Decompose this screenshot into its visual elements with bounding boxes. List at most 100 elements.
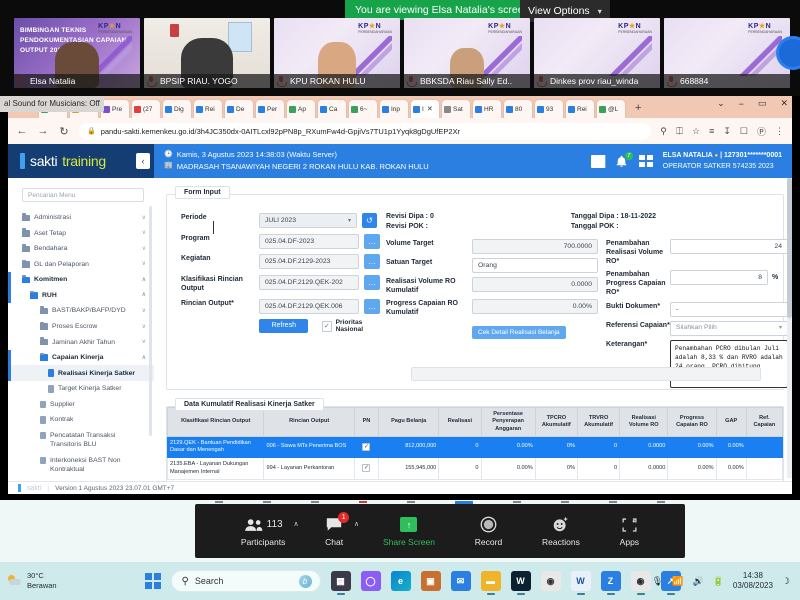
edge-icon[interactable]: e xyxy=(391,571,411,591)
participant-tile[interactable]: BPSIP RIAU. YOGO xyxy=(144,18,270,88)
program-input[interactable]: 025.04.DF-2023 xyxy=(259,234,359,249)
penambahan-realisasi-volume-ro-input[interactable]: 24 xyxy=(670,239,788,254)
sidebar-item-pencatatan-transaksi-transitoris-blu[interactable]: Pencatatan Transaksi Transitoris BLU xyxy=(8,428,154,453)
col-ref-capaian[interactable]: Ref. Capaian xyxy=(746,408,782,437)
sidebar-item-kontrak[interactable]: Kontrak xyxy=(8,412,154,428)
reload-icon[interactable]: ↻ xyxy=(58,125,70,138)
col-rincian-output[interactable]: Rincian Output xyxy=(264,408,354,437)
reactions-button[interactable]: Reactions xyxy=(542,516,580,547)
file-explorer-icon[interactable]: ▬ xyxy=(481,571,501,591)
start-button[interactable] xyxy=(145,573,161,589)
refresh-periode-button[interactable]: ↺ xyxy=(362,213,377,228)
sidebar-item-bendahara[interactable]: Bendahara∨ xyxy=(8,241,154,257)
empty-field-row[interactable] xyxy=(411,367,761,381)
checkbox-icon[interactable]: ✓ xyxy=(322,321,331,332)
taskbar-clock[interactable]: 14:38 03/08/2023 xyxy=(733,571,773,591)
wifi-icon[interactable]: 📶 xyxy=(672,576,683,587)
col-persentase-penyerapan-anggaran[interactable]: Persentase Penyerapan Anggaran xyxy=(481,408,535,437)
new-tab-button[interactable]: + xyxy=(631,99,645,118)
bing-chat-icon[interactable]: b xyxy=(299,575,312,588)
browser-tab[interactable]: HR xyxy=(472,99,502,118)
browser-tab[interactable]: 80 xyxy=(503,99,533,118)
browser-tab-active[interactable]: I✕ xyxy=(410,99,440,118)
star-icon[interactable]: ☆ xyxy=(692,126,700,137)
microphone-icon[interactable]: 🎙 xyxy=(652,576,663,587)
teams-icon[interactable]: ▦ xyxy=(331,571,351,591)
zoom-workplace-icon[interactable]: ◯ xyxy=(361,571,381,591)
forward-icon[interactable]: → xyxy=(37,125,49,137)
periode-select[interactable]: JULI 2023▾ xyxy=(259,213,357,228)
referensi-capaian-select[interactable]: Silahkan Pilih▾ xyxy=(670,321,788,336)
taskbar-search[interactable]: ⚲ Search b xyxy=(171,570,321,592)
col-progress-capaian-ro[interactable]: Progress Capaian RO xyxy=(668,408,716,437)
participant-tile[interactable]: KP★NPERBENDAHARAAN BIMBINGAN TEKNIS PEND… xyxy=(14,18,140,88)
participant-tile[interactable]: KP★NPERBENDAHARAAN KPU ROKAN HULU xyxy=(274,18,400,88)
browser-tab[interactable]: Rei xyxy=(565,99,595,118)
sidebar-scrollbar[interactable] xyxy=(149,206,152,436)
menu-search-input[interactable]: Pencarian Menu xyxy=(22,188,144,202)
col-klasifikasi-rincian-output[interactable]: Klasifikasi Rincian Output xyxy=(168,408,264,437)
weather-widget[interactable]: 30°C Berawan xyxy=(8,571,57,591)
col-tpcro-akumulatif[interactable]: TPCRO Akumulatif xyxy=(535,408,577,437)
col-pn[interactable]: PN xyxy=(354,408,378,437)
sidebar-collapse-button[interactable]: ‹ xyxy=(136,153,150,169)
kegiatan-lookup-button[interactable]: … xyxy=(364,254,380,269)
mail-icon[interactable]: ✉ xyxy=(451,571,471,591)
rincian-output-input[interactable]: 025.04.DF.2129.QEK.006 xyxy=(259,299,359,314)
close-icon[interactable]: ✕ xyxy=(427,105,433,113)
record-button[interactable]: Record xyxy=(475,516,502,547)
key-icon[interactable]: ⚲ xyxy=(660,126,667,137)
close-window-icon[interactable]: ✕ xyxy=(780,98,788,109)
col-gap[interactable]: GAP xyxy=(716,408,746,437)
user-info[interactable]: ELSA NATALIA ● | 127301*******0001 OPERA… xyxy=(663,150,782,173)
browser-tab[interactable]: 93 xyxy=(534,99,564,118)
browser-tab[interactable]: Sat xyxy=(441,99,471,118)
sidebar-item-target-kinerja-satker[interactable]: Target Kinerja Satker xyxy=(8,381,154,397)
participant-tile[interactable]: KP★NPERBENDAHARAAN 668884 xyxy=(664,18,790,88)
sidebar-item-administrasi[interactable]: Administrasi∨ xyxy=(8,210,154,226)
bukti-dokumen-input[interactable]: - xyxy=(670,302,788,317)
cek-detail-realisasi-belanja-button[interactable]: Cek Detail Realisasi Belanja xyxy=(472,326,566,339)
browser-tab[interactable]: Inp xyxy=(379,99,409,118)
sidebar-item-ruh[interactable]: RUH∧ xyxy=(8,288,154,304)
notification-bell-icon[interactable]: 7 xyxy=(615,155,630,168)
browser-tab[interactable]: De xyxy=(224,99,254,118)
app-scrollbar[interactable] xyxy=(787,178,792,478)
participant-tile[interactable]: KP★NPERBENDAHARAAN BBKSDA Riau Sally Ed.… xyxy=(404,18,530,88)
battery-icon[interactable]: 🔋 xyxy=(713,576,724,587)
volume-icon[interactable]: 🔊 xyxy=(692,576,703,587)
chevron-up-icon[interactable]: ∧ xyxy=(293,520,298,528)
col-realisasi-volume-ro[interactable]: Realisasi Volume RO xyxy=(620,408,668,437)
program-lookup-button[interactable]: … xyxy=(364,234,380,249)
browser-tab[interactable]: 6~ xyxy=(348,99,378,118)
sidebar-item-gl-dan-pelaporan[interactable]: GL dan Pelaporan∨ xyxy=(8,257,154,273)
list-icon[interactable]: ≡ xyxy=(709,126,714,136)
app-grid-icon[interactable] xyxy=(639,155,654,168)
col-realisasi[interactable]: Realisasi xyxy=(439,408,481,437)
table-row[interactable]: 2129.QEK - Bantuan Pendidikan Dasar dan … xyxy=(168,436,783,458)
rincian-output-lookup-button[interactable]: … xyxy=(364,299,380,314)
penambahan-progress-capaian-ro-input[interactable]: 8 xyxy=(670,270,768,285)
sidebar-item-interkoneksi-bast-non-kontraktual[interactable]: Interkoneksi BAST Non Kontraktual xyxy=(8,452,154,477)
klasifikasi-rincian-output-input[interactable]: 025.04.DF.2129.QEK-202 xyxy=(259,275,359,290)
klasifikasi-lookup-button[interactable]: … xyxy=(364,275,380,290)
sidebar-item-supplier[interactable]: Supplier xyxy=(8,397,154,413)
browser-tab[interactable]: Dig xyxy=(162,99,192,118)
col-pagu-belanja[interactable]: Pagu Belanja xyxy=(379,408,439,437)
refresh-data-button[interactable]: Refresh Data xyxy=(259,319,308,333)
participant-tile[interactable]: KP★NPERBENDAHARAAN Dinkes prov riau_wind… xyxy=(534,18,660,88)
minimize-all-icon[interactable]: ⌄ xyxy=(717,98,725,109)
minimize-icon[interactable]: − xyxy=(739,99,744,109)
chrome-icon[interactable]: ◉ xyxy=(541,571,561,591)
share-screen-button[interactable]: ↑ Share Screen xyxy=(383,516,435,547)
participants-button[interactable]: 113 ∧ Participants xyxy=(241,516,285,547)
browser-tab[interactable]: Ca xyxy=(317,99,347,118)
sidebar-item-jaminan-akhir-tahun[interactable]: Jaminan Akhir Tahun∨ xyxy=(8,334,154,350)
maximize-icon[interactable]: ▭ xyxy=(758,98,767,109)
back-icon[interactable]: ← xyxy=(16,125,28,137)
browser-tab[interactable]: Pre xyxy=(100,99,130,118)
window-icon[interactable]: ☐ xyxy=(740,126,748,137)
manual-book-icon[interactable] xyxy=(591,155,606,168)
apps-button[interactable]: Apps xyxy=(620,516,639,547)
tray-expand-icon[interactable]: ∧ xyxy=(636,576,643,587)
